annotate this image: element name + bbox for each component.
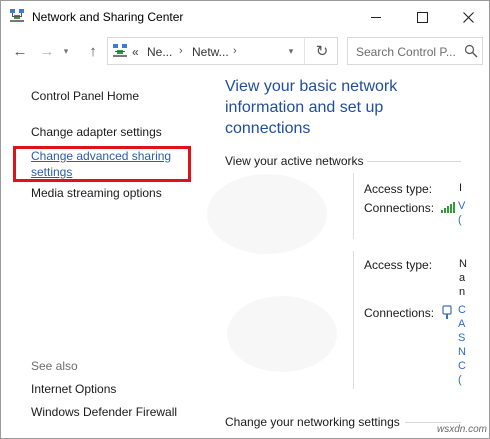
title-line: information and set up <box>225 99 384 116</box>
refresh-icon: ↻ <box>315 43 329 60</box>
page-title: View your basic network information and … <box>225 76 435 139</box>
access-type-value: a <box>459 272 466 284</box>
maximize-icon <box>416 11 428 23</box>
search-input[interactable]: Search Control P... <box>356 45 456 59</box>
network-divider <box>353 251 354 389</box>
connection-link[interactable]: C <box>458 304 466 316</box>
access-type-value: I <box>459 182 463 194</box>
access-type-label: Access type: <box>364 182 433 196</box>
network-sharing-window: Network and Sharing Center ← → ▾ ↑ « Ne.… <box>0 0 490 439</box>
arrow-right-icon: → <box>39 42 55 60</box>
breadcrumb-item[interactable]: Netw... <box>192 45 229 59</box>
address-bar[interactable]: « Ne... › Netw... › ▾ ↻ <box>107 37 338 65</box>
network-center-icon <box>10 9 24 22</box>
networking-settings-heading: Change your networking settings <box>225 415 400 429</box>
connections-label: Connections: <box>364 201 435 215</box>
close-button[interactable] <box>445 1 489 33</box>
recent-locations-button[interactable]: ▾ <box>59 41 73 61</box>
wifi-signal-icon <box>441 202 455 213</box>
connection-link[interactable]: N <box>458 346 466 358</box>
see-also-heading: See also <box>31 359 78 373</box>
search-icon <box>464 44 478 58</box>
address-dropdown-button[interactable]: ▾ <box>284 44 298 58</box>
arrow-up-icon: ↑ <box>89 42 97 60</box>
close-icon <box>462 11 474 23</box>
up-button[interactable]: ↑ <box>83 41 103 61</box>
chevron-right-icon[interactable]: › <box>179 45 183 57</box>
connection-link[interactable]: S <box>458 332 465 344</box>
title-bar: Network and Sharing Center <box>1 1 489 33</box>
chevron-down-icon: ▾ <box>63 45 69 56</box>
connection-link[interactable]: ( <box>458 214 462 226</box>
highlight-annotation <box>13 146 191 182</box>
access-type-label: Access type: <box>364 258 433 272</box>
section-divider <box>405 422 461 423</box>
network-divider <box>353 173 354 239</box>
chevron-down-icon: ▾ <box>288 45 294 56</box>
firewall-link[interactable]: Windows Defender Firewall <box>31 405 177 419</box>
breadcrumb-overflow[interactable]: « <box>132 45 139 59</box>
arrow-left-icon: ← <box>12 42 28 60</box>
minimize-button[interactable] <box>353 1 399 33</box>
internet-options-link[interactable]: Internet Options <box>31 382 116 396</box>
connection-link[interactable]: C <box>458 360 466 372</box>
connection-link[interactable]: A <box>458 318 465 330</box>
connection-link[interactable]: ( <box>458 374 462 386</box>
navigation-bar: ← → ▾ ↑ « Ne... › Netw... › ▾ ↻ Search C… <box>1 33 489 71</box>
access-type-value: n <box>459 286 466 298</box>
connection-link[interactable]: V <box>458 200 465 212</box>
forward-button[interactable]: → <box>37 41 57 61</box>
minimize-icon <box>371 16 381 18</box>
window-title: Network and Sharing Center <box>32 10 184 24</box>
chevron-right-icon[interactable]: › <box>233 45 237 57</box>
refresh-button[interactable]: ↻ <box>304 38 339 64</box>
media-streaming-link[interactable]: Media streaming options <box>31 186 162 200</box>
active-networks-heading: View your active networks <box>225 154 364 168</box>
control-panel-home-link[interactable]: Control Panel Home <box>31 89 139 103</box>
title-line: connections <box>225 120 311 137</box>
access-type-value: N <box>459 258 467 270</box>
watermark-text: wsxdn.com <box>437 424 488 435</box>
ethernet-icon <box>442 305 452 319</box>
change-adapter-settings-link[interactable]: Change adapter settings <box>31 125 162 139</box>
network-center-icon <box>113 44 127 57</box>
network-watermark-graphic <box>207 174 337 372</box>
maximize-button[interactable] <box>399 1 445 33</box>
breadcrumb-item[interactable]: Ne... <box>147 45 172 59</box>
back-button[interactable]: ← <box>10 41 30 61</box>
section-divider <box>367 161 461 162</box>
title-line: View your basic network <box>225 78 398 95</box>
connections-label: Connections: <box>364 306 435 320</box>
search-box[interactable]: Search Control P... <box>347 37 483 65</box>
